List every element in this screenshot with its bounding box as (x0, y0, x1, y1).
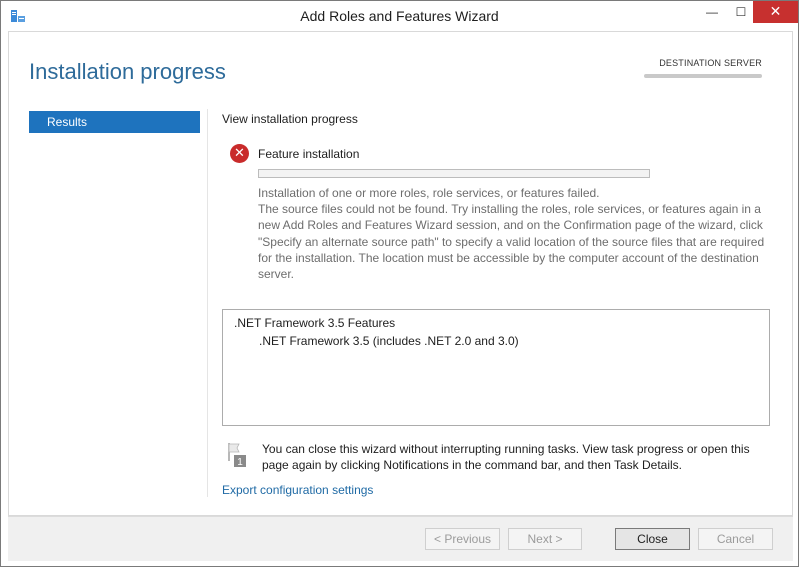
previous-button[interactable]: < Previous (425, 528, 500, 550)
flag-icon: 1 (228, 443, 246, 468)
error-message: Installation of one or more roles, role … (258, 185, 773, 282)
results-list[interactable]: .NET Framework 3.5 Features .NET Framewo… (222, 309, 770, 426)
result-item-parent[interactable]: .NET Framework 3.5 Features (234, 316, 395, 330)
destination-server-label: DESTINATION SERVER (659, 58, 762, 68)
section-heading: View installation progress (222, 112, 358, 126)
error-message-line-2: The source files could not be found. Try… (258, 202, 765, 282)
cancel-button[interactable]: Cancel (698, 528, 773, 550)
sidebar-item-results[interactable]: Results (29, 111, 200, 133)
notice-text: You can close this wizard without interr… (262, 442, 750, 472)
notification-count-badge: 1 (237, 457, 243, 468)
close-button[interactable]: Close (615, 528, 690, 550)
error-message-line-1: Installation of one or more roles, role … (258, 186, 600, 200)
status-label: Feature installation (258, 147, 360, 161)
window-title: Add Roles and Features Wizard (300, 8, 499, 24)
export-configuration-link[interactable]: Export configuration settings (222, 483, 373, 497)
next-button[interactable]: Next > (508, 528, 582, 550)
error-icon: ✕ (230, 144, 249, 163)
page-title: Installation progress (29, 59, 226, 84)
sidebar-nav: Results (29, 111, 200, 133)
installation-progress-bar (258, 169, 650, 178)
title-bar[interactable]: Add Roles and Features Wizard (1, 1, 798, 31)
nav-divider (207, 109, 208, 497)
result-item-child[interactable]: .NET Framework 3.5 (includes .NET 2.0 an… (259, 334, 519, 348)
wizard-window: Add Roles and Features Wizard — ☐ ✕ Inst… (0, 0, 799, 567)
close-window-button[interactable]: ✕ (753, 1, 798, 23)
destination-server-value-blurred (644, 74, 762, 78)
